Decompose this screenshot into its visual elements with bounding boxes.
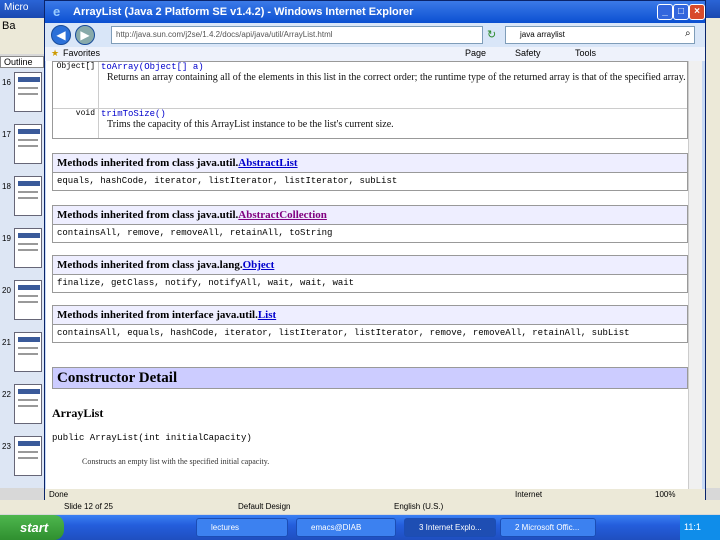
constructor-signature: public ArrayList(int initialCapacity) bbox=[52, 433, 252, 443]
slide-indicator: Slide 12 of 25 bbox=[64, 502, 113, 511]
slide-number: 22 bbox=[2, 390, 11, 399]
slide-number: 19 bbox=[2, 234, 11, 243]
search-icon[interactable]: ⌕ bbox=[685, 28, 691, 39]
safety-menu[interactable]: Safety bbox=[515, 48, 541, 58]
inherited-methods-header: Methods inherited from class java.util.A… bbox=[52, 205, 688, 225]
clock: 11:1 bbox=[680, 515, 720, 540]
favorites-bar: ★ Favorites Page Safety Tools bbox=[45, 47, 705, 61]
inherited-prefix: Methods inherited from class java.util. bbox=[57, 209, 239, 221]
ie-window: e ArrayList (Java 2 Platform SE v1.4.2) … bbox=[44, 0, 706, 501]
constructor-description: Constructs an empty list with the specif… bbox=[82, 457, 270, 466]
address-input[interactable]: http://java.sun.com/j2se/1.4.2/docs/api/… bbox=[111, 26, 483, 44]
method-signature-link[interactable]: toArray(Object[] a) bbox=[101, 62, 687, 72]
ie-logo-icon: e bbox=[53, 4, 61, 19]
powerpoint-menu-label[interactable]: Ba bbox=[2, 20, 15, 32]
search-input[interactable]: java arraylist bbox=[505, 26, 695, 44]
method-summary-table: Object[] toArray(Object[] a) Returns an … bbox=[52, 61, 688, 139]
address-bar-row: ◀ ▶ http://java.sun.com/j2se/1.4.2/docs/… bbox=[45, 23, 705, 47]
inherited-methods-header: Methods inherited from class java.lang.O… bbox=[52, 255, 688, 275]
slide-thumbnail[interactable] bbox=[14, 332, 42, 372]
inherited-prefix: Methods inherited from class java.util. bbox=[57, 157, 239, 169]
forward-button[interactable]: ▶ bbox=[75, 25, 95, 45]
table-row: void trimToSize() Trims the capacity of … bbox=[53, 108, 687, 138]
method-signature-link[interactable]: trimToSize() bbox=[101, 109, 687, 119]
constructor-name: ArrayList bbox=[52, 406, 104, 420]
zoom-level[interactable]: 100% bbox=[655, 490, 675, 499]
language: English (U.S.) bbox=[394, 502, 444, 511]
slide-number: 17 bbox=[2, 130, 11, 139]
zone-text: Internet bbox=[515, 490, 543, 499]
slide-number: 16 bbox=[2, 78, 11, 87]
taskbar-item[interactable]: emacs@DIAB bbox=[296, 518, 396, 537]
ie-title-bar[interactable]: e ArrayList (Java 2 Platform SE v1.4.2) … bbox=[45, 1, 705, 23]
slide-thumbnail[interactable] bbox=[14, 124, 42, 164]
slide-number: 21 bbox=[2, 338, 11, 347]
page-menu[interactable]: Page bbox=[465, 48, 486, 58]
slide-number: 20 bbox=[2, 286, 11, 295]
ie-window-title: ArrayList (Java 2 Platform SE v1.4.2) - … bbox=[73, 6, 414, 18]
slide-number: 23 bbox=[2, 442, 11, 451]
method-description: Trims the capacity of this ArrayList ins… bbox=[107, 119, 394, 130]
inherited-methods-header: Methods inherited from interface java.ut… bbox=[52, 305, 688, 325]
start-button[interactable]: start bbox=[0, 515, 64, 540]
slide-thumbnail[interactable] bbox=[14, 436, 42, 476]
back-button[interactable]: ◀ bbox=[51, 25, 71, 45]
return-type: void bbox=[53, 109, 99, 138]
status-text: Done bbox=[49, 490, 69, 499]
powerpoint-title: Micro bbox=[4, 2, 29, 13]
slide-thumbnail[interactable] bbox=[14, 228, 42, 268]
taskbar-item[interactable]: lectures bbox=[196, 518, 288, 537]
inherited-methods-list[interactable]: finalize, getClass, notify, notifyAll, w… bbox=[52, 275, 688, 293]
inherited-methods-list[interactable]: containsAll, equals, hashCode, iterator,… bbox=[52, 325, 688, 343]
powerpoint-right-scroll[interactable] bbox=[706, 18, 720, 488]
inherited-methods-list[interactable]: containsAll, remove, removeAll, retainAl… bbox=[52, 225, 688, 243]
inherited-methods-list[interactable]: equals, hashCode, iterator, listIterator… bbox=[52, 173, 688, 191]
constructor-detail-heading: Constructor Detail bbox=[52, 367, 688, 389]
favorites-button[interactable]: Favorites bbox=[63, 48, 100, 58]
slide-thumbnail[interactable] bbox=[14, 384, 42, 424]
taskbar-item[interactable]: 2 Microsoft Offic... bbox=[500, 518, 596, 537]
maximize-button[interactable]: □ bbox=[673, 4, 689, 20]
table-row: Object[] toArray(Object[] a) Returns an … bbox=[53, 62, 687, 108]
minimize-button[interactable]: _ bbox=[657, 4, 673, 20]
slide-thumbnail[interactable] bbox=[14, 280, 42, 320]
close-button[interactable]: × bbox=[689, 4, 705, 20]
tools-menu[interactable]: Tools bbox=[575, 48, 596, 58]
vertical-scrollbar[interactable] bbox=[688, 61, 702, 491]
inherited-methods-header: Methods inherited from class java.util.A… bbox=[52, 153, 688, 173]
powerpoint-status-bar: Slide 12 of 25 Default Design English (U… bbox=[0, 500, 720, 514]
class-link[interactable]: AbstractList bbox=[238, 157, 297, 169]
page-content[interactable]: Object[] toArray(Object[] a) Returns an … bbox=[46, 61, 702, 491]
slide-thumbnail[interactable] bbox=[14, 176, 42, 216]
return-type: Object[] bbox=[53, 62, 99, 108]
refresh-icon[interactable]: ↻ bbox=[487, 28, 496, 41]
class-link[interactable]: AbstractCollection bbox=[238, 209, 327, 221]
inherited-prefix: Methods inherited from class java.lang. bbox=[57, 259, 243, 271]
taskbar: start lectures emacs@DIAB 3 Internet Exp… bbox=[0, 515, 720, 540]
favorites-star-icon[interactable]: ★ bbox=[51, 48, 59, 59]
slide-number: 18 bbox=[2, 182, 11, 191]
method-description: Returns an array containing all of the e… bbox=[107, 72, 686, 83]
slide-thumbnail-panel[interactable]: 16 17 18 19 20 21 22 23 bbox=[0, 68, 44, 488]
class-link[interactable]: List bbox=[258, 309, 276, 321]
slide-thumbnail[interactable] bbox=[14, 72, 42, 112]
taskbar-item[interactable]: 3 Internet Explo... bbox=[404, 518, 496, 537]
design-name: Default Design bbox=[238, 502, 291, 511]
tab-outline[interactable]: Outline bbox=[0, 56, 44, 68]
inherited-prefix: Methods inherited from interface java.ut… bbox=[57, 309, 258, 321]
class-link[interactable]: Object bbox=[243, 259, 275, 271]
